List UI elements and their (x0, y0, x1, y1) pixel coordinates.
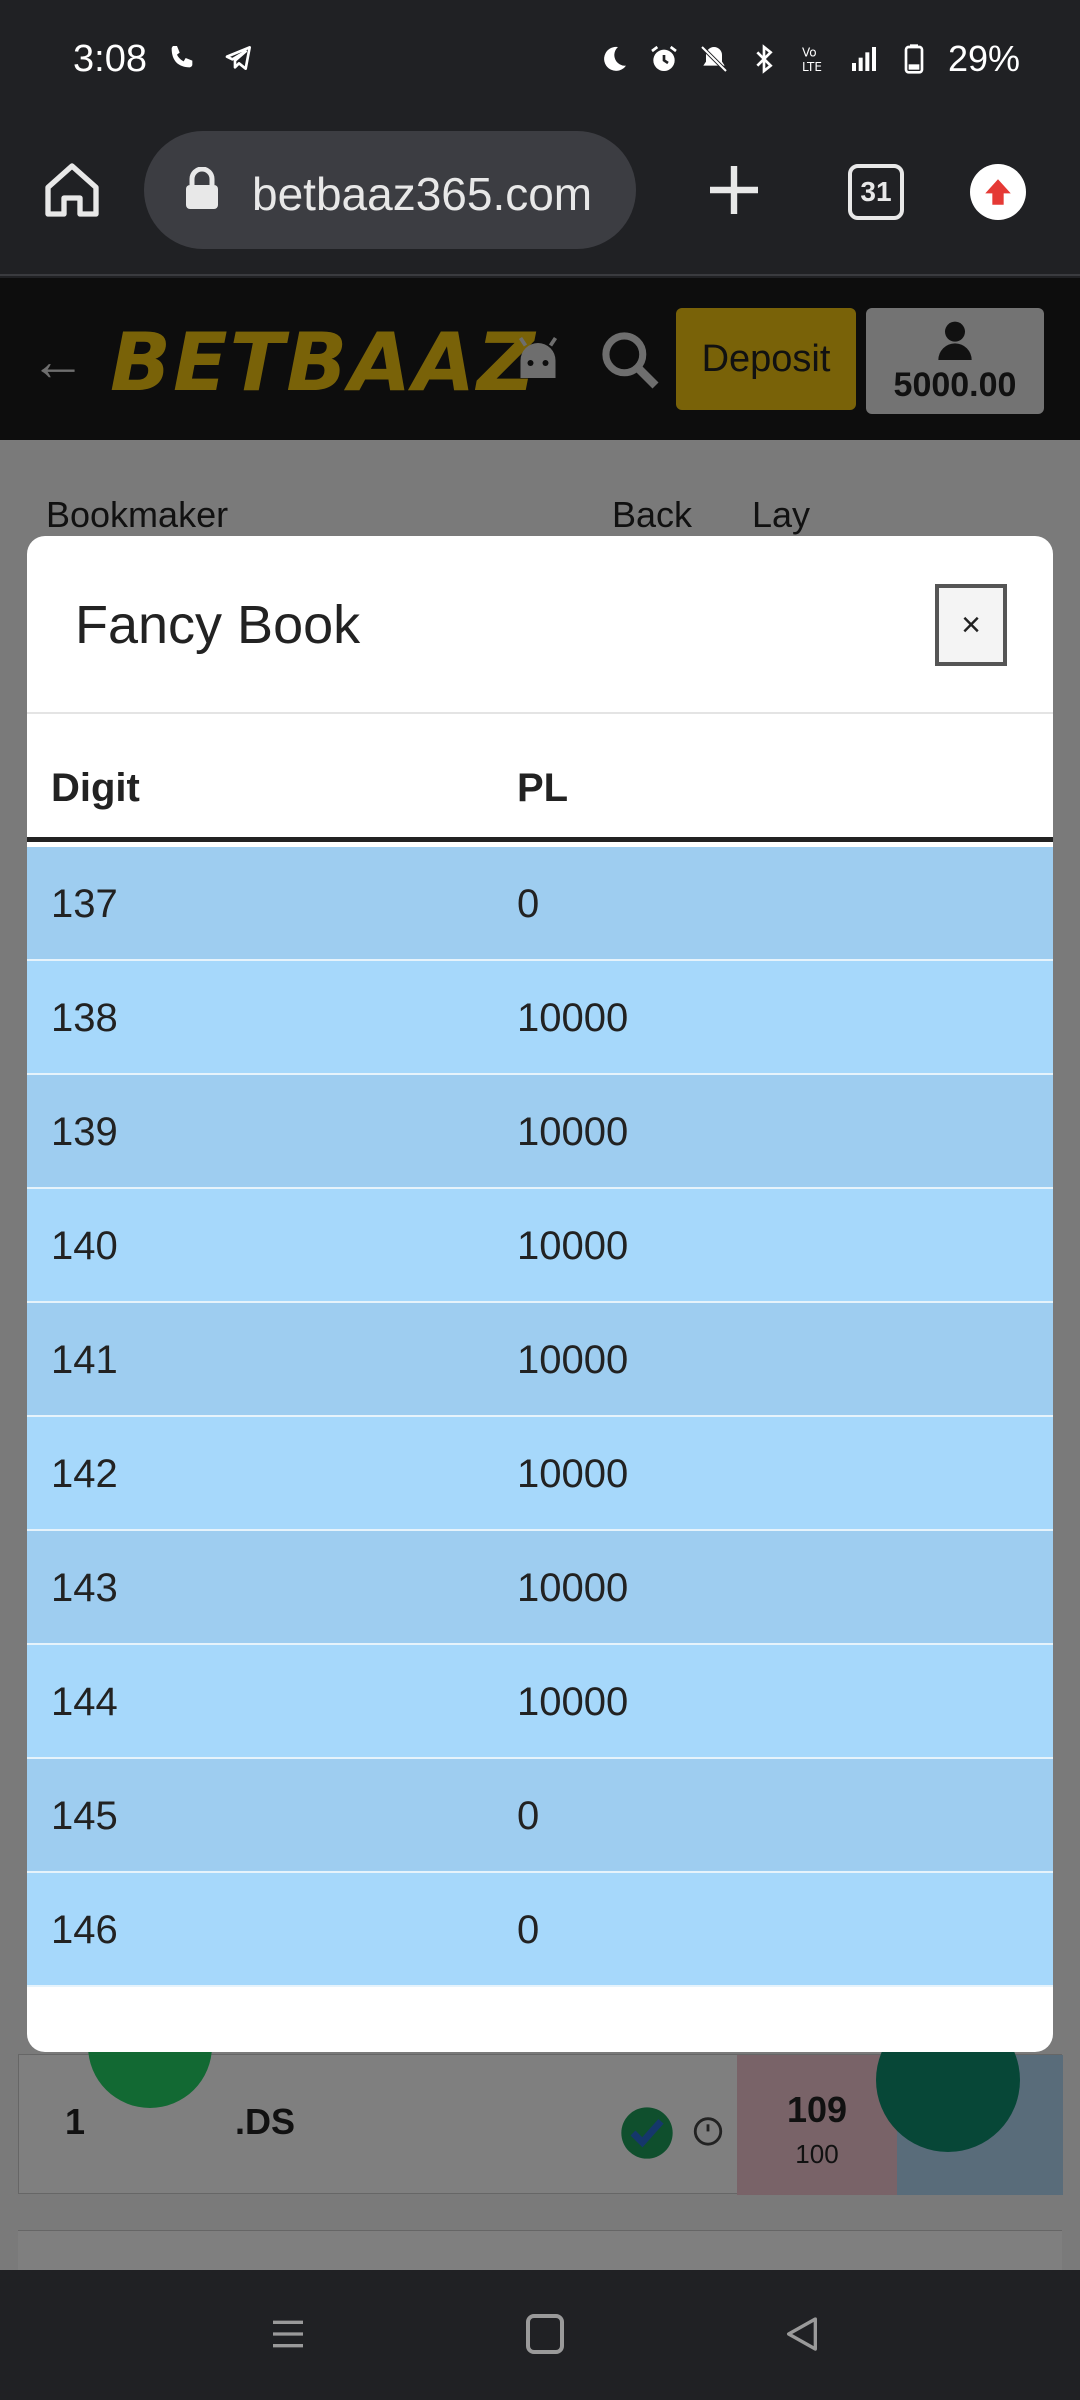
new-tab-icon[interactable] (702, 158, 766, 222)
pl-cell: 10000 (517, 1566, 629, 1610)
column-header-pl: PL (517, 766, 569, 810)
table-row: 144 10000 (27, 1645, 1053, 1759)
mute-icon (700, 45, 728, 73)
arrow-up-icon (985, 179, 1011, 205)
moon-icon (604, 46, 626, 71)
table-row: 137 0 (27, 847, 1053, 961)
back-nav-icon[interactable] (782, 2314, 822, 2354)
update-button[interactable] (970, 164, 1026, 220)
table-header: Digit PL (27, 716, 1053, 842)
digit-cell: 137 (51, 882, 118, 926)
modal-header: Fancy Book × (27, 536, 1053, 714)
alarm-icon (651, 45, 677, 71)
digit-cell: 139 (51, 1110, 118, 1154)
digit-cell: 140 (51, 1224, 118, 1268)
battery-icon (904, 44, 924, 74)
system-icons: Vo LTE 29% (598, 38, 1020, 80)
pl-cell: 0 (517, 1794, 540, 1838)
svg-text:Vo: Vo (802, 45, 817, 59)
status-time: 3:08 (73, 38, 147, 80)
bluetooth-icon (756, 44, 773, 74)
table-row: 145 0 (27, 1759, 1053, 1873)
table-row: 146 0 (27, 1873, 1053, 1987)
battery-level: 29% (947, 38, 1020, 79)
digit-cell: 144 (51, 1680, 118, 1724)
notification-icons (165, 42, 255, 74)
table-row: 143 10000 (27, 1531, 1053, 1645)
telegram-icon (225, 46, 251, 70)
digit-cell: 142 (51, 1452, 118, 1496)
lock-icon (186, 167, 218, 209)
system-nav-bar (0, 2270, 1080, 2400)
digit-cell: 143 (51, 1566, 118, 1610)
digit-cell: 141 (51, 1338, 118, 1382)
tab-switcher-button[interactable]: 31 (848, 164, 904, 220)
svg-text:LTE: LTE (802, 60, 822, 74)
table-row: 142 10000 (27, 1417, 1053, 1531)
fancy-book-modal: Fancy Book × Digit PL 137 0 138 10000 139 1… (27, 536, 1053, 2052)
pl-cell: 0 (517, 1908, 540, 1952)
digit-cell: 146 (51, 1908, 118, 1952)
browser-toolbar: betbaaz365.com 31 (0, 126, 1080, 276)
digit-cell: 138 (51, 996, 118, 1040)
pl-cell: 10000 (517, 1338, 629, 1382)
table-body: 137 0 138 10000 139 10000 140 10000 141 10000… (27, 847, 1053, 1987)
url-text: betbaaz365.com (252, 168, 593, 220)
recent-apps-icon[interactable] (268, 2314, 308, 2354)
close-button[interactable]: × (935, 584, 1007, 666)
pl-cell: 0 (517, 882, 540, 926)
table-row: 140 10000 (27, 1189, 1053, 1303)
signal-icon (851, 47, 876, 71)
status-bar: 3:08 Vo LTE 29% (0, 0, 1080, 126)
table-row: 141 10000 (27, 1303, 1053, 1417)
pl-cell: 10000 (517, 1110, 629, 1154)
table-row: 139 10000 (27, 1075, 1053, 1189)
pl-cell: 10000 (517, 1224, 629, 1268)
pl-cell: 10000 (517, 996, 629, 1040)
table-row: 138 10000 (27, 961, 1053, 1075)
volte-icon: VoLTE (802, 45, 822, 74)
home-nav-icon[interactable] (526, 2314, 564, 2354)
pl-cell: 10000 (517, 1452, 629, 1496)
digit-cell: 145 (51, 1794, 118, 1838)
pl-cell: 10000 (517, 1680, 629, 1724)
address-bar[interactable]: betbaaz365.com (144, 131, 636, 249)
column-header-digit: Digit (51, 766, 140, 810)
modal-title: Fancy Book (75, 595, 361, 655)
home-icon[interactable] (40, 158, 104, 222)
phone-icon (171, 46, 193, 68)
